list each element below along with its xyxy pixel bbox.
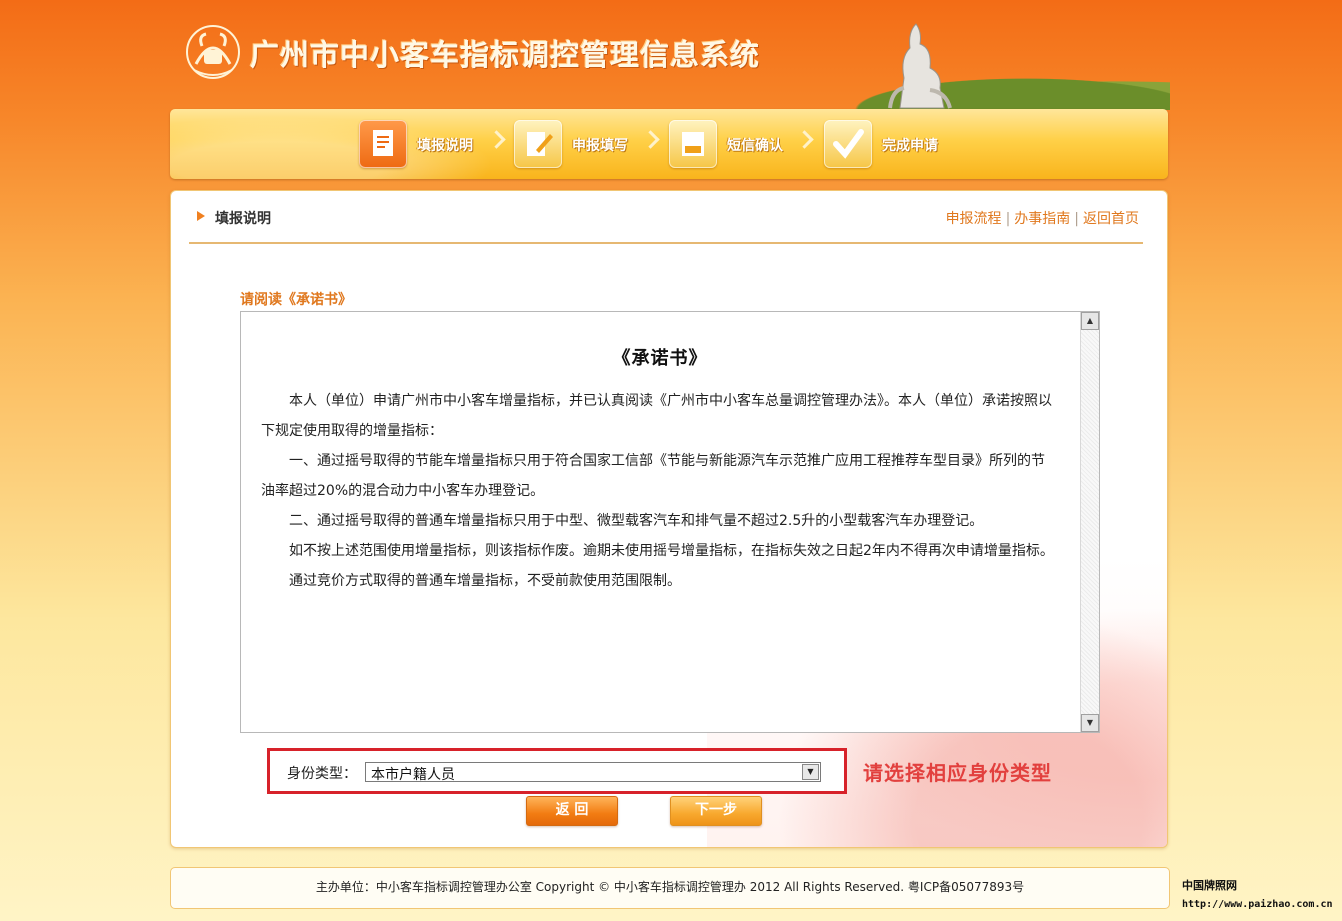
identity-type-select[interactable]: 本市户籍人员 ▼ [365,762,821,783]
pledge-paragraph: 如不按上述范围使用增量指标，则该指标作废。逾期未使用摇号增量指标，在指标失效之日… [289,543,1054,559]
link-service-guide[interactable]: 办事指南 [1014,211,1070,227]
pledge-paragraph: 通过竞价方式取得的普通车增量指标，不受前款使用范围限制。 [289,573,681,589]
identity-hint: 请选择相应身份类型 [863,761,1052,785]
scroll-down-icon[interactable]: ▼ [1081,714,1099,732]
read-pledge-title: 请阅读《承诺书》 [240,292,352,308]
step-label: 填报说明 [417,138,473,154]
edit-icon [514,120,562,168]
chevron-right-icon [641,130,660,149]
scroll-up-icon[interactable]: ▲ [1081,312,1099,330]
step-label: 完成申请 [882,138,938,154]
check-icon [824,120,872,168]
back-button[interactable]: 返 回 [526,796,618,826]
top-links: 申报流程 | 办事指南 | 返回首页 [945,211,1139,227]
goat-emblem-icon [186,25,240,79]
steps-decoration [170,109,530,179]
chevron-right-icon [795,130,814,149]
arrow-right-icon [197,211,205,221]
footer: 主办单位：中小客车指标调控管理办公室 Copyright © 中小客车指标调控管… [170,867,1170,909]
pledge-textbox[interactable]: 《承诺书》 本人（单位）申请广州市中小客车增量指标，并已认真阅读《广州市中小客车… [240,311,1100,733]
step-label: 申报填写 [572,138,628,154]
hills-decoration [810,70,1170,110]
header: 广州市中小客车指标调控管理信息系统 [170,0,1170,110]
identity-type-row: 身份类型： 本市户籍人员 ▼ [267,748,847,794]
chevron-down-icon[interactable]: ▼ [802,764,819,780]
main-panel: 填报说明 申报流程 | 办事指南 | 返回首页 请阅读《承诺书》 《承诺书》 本人（单位… [170,190,1168,848]
watermark-site: 中国牌照网 [1182,879,1237,892]
step-progress-bar: 填报说明 申报填写 短信确认 完成申请 [170,109,1168,179]
pledge-heading: 《承诺书》 [612,348,708,369]
form-icon [359,120,407,168]
site-title: 广州市中小客车指标调控管理信息系统 [250,38,761,72]
identity-type-label: 身份类型： [287,766,357,782]
link-application-process[interactable]: 申报流程 [946,211,1002,227]
pledge-paragraph: 一、通过摇号取得的节能车增量指标只用于符合国家工信部《节能与新能源汽车示范推广应… [261,453,1045,499]
five-goats-statue-icon [888,23,952,109]
identity-type-value: 本市户籍人员 [371,767,455,783]
link-return-home[interactable]: 返回首页 [1083,211,1139,227]
panel-title: 填报说明 [215,211,271,227]
pledge-paragraph: 本人（单位）申请广州市中小客车增量指标，并已认真阅读《广州市中小客车总量调控管理… [261,393,1052,439]
next-button[interactable]: 下一步 [670,796,762,826]
pledge-content: 《承诺书》 本人（单位）申请广州市中小客车增量指标，并已认真阅读《广州市中小客车… [241,312,1079,732]
sms-icon [669,120,717,168]
vertical-scrollbar[interactable]: ▲ ▼ [1080,312,1099,732]
step-label: 短信确认 [727,138,783,154]
pledge-paragraph: 二、通过摇号取得的普通车增量指标只用于中型、微型载客汽车和排气量不超过2.5升的… [289,513,984,529]
watermark-url: http://www.paizhao.com.cn [1182,899,1333,910]
divider [189,242,1143,244]
